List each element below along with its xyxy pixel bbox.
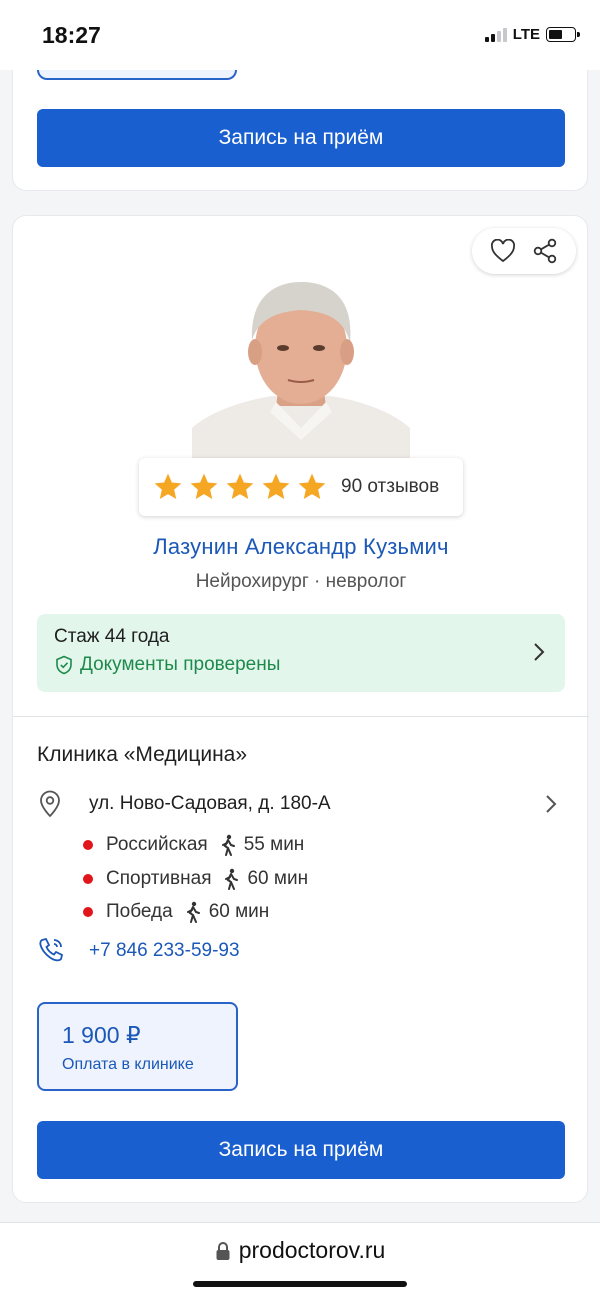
url-display[interactable]: prodoctorov.ru [0,1237,600,1264]
network-label: LTE [512,26,540,43]
book-appointment-button[interactable]: Запись на приём [37,1121,565,1179]
star-icon [262,473,290,499]
lock-icon [216,1241,230,1260]
metro-station-name: Российская [106,834,208,855]
verified-text: Документы проверены [80,654,281,675]
metro-line-dot [83,874,93,884]
experience-box[interactable]: Стаж 44 года Документы проверены [37,614,565,692]
book-appointment-button-previous[interactable]: Запись на приём [37,109,565,167]
metro-station-name: Победа [106,901,173,922]
metro-line-dot [83,907,93,917]
doctor-photo[interactable] [192,260,410,460]
walk-time: 60 мин [208,901,270,922]
status-indicators: LTE [484,26,580,43]
price-box[interactable]: 1 900 ₽ Оплата в клинике [37,1002,238,1091]
metro-line-dot [83,840,93,850]
card-actions [472,228,576,274]
reviews-link[interactable]: 90 отзывов [341,476,439,498]
star-icon [190,473,218,499]
price-note: Оплата в клинике [62,1056,194,1073]
star-rating [151,471,329,503]
verified-row: Документы проверены [54,654,280,676]
clinic-address-row[interactable]: ул. Ново-Садовая, д. 180-А [37,789,565,819]
chevron-right-icon [534,643,545,661]
doctor-name[interactable]: Лазунин Александр Кузьмич [13,534,589,560]
metro-station-name: Спортивная [106,868,212,889]
walk-time: 60 мин [247,868,309,889]
share-icon[interactable] [530,236,560,266]
star-icon [298,473,326,499]
home-indicator[interactable] [193,1281,407,1287]
shield-check-icon [56,655,72,675]
rating-badge[interactable]: 90 отзывов [139,458,463,516]
clinic-name: Клиника «Медицина» [37,743,248,766]
location-pin-icon [40,790,60,818]
battery-icon [546,27,580,42]
chevron-right-icon [546,795,557,813]
metro-station: Победа 60 мин [83,901,269,923]
star-icon [226,473,254,499]
clinic-phone[interactable]: +7 846 233-59-93 [89,940,240,962]
metro-station: Российская 55 мин [83,834,304,856]
walking-icon [220,834,236,856]
walk-time: 55 мин [243,834,305,855]
browser-address-bar[interactable]: prodoctorov.ru [0,1222,600,1297]
clinic-address: ул. Ново-Садовая, д. 180-А [89,793,331,814]
phone-icon [39,937,64,962]
metro-station: Спортивная 60 мин [83,868,308,890]
price-amount: 1 900 ₽ [62,1022,141,1048]
signal-icon [484,27,507,42]
status-bar: 18:27 LTE [0,0,600,70]
heart-icon[interactable] [488,236,518,266]
doctor-card: 90 отзывов Лазунин Александр Кузьмич Ней… [12,215,589,1203]
url-text: prodoctorov.ru [238,1237,386,1263]
walking-icon [223,868,239,890]
walking-icon [185,901,201,923]
star-icon [154,473,182,499]
doctor-specialty: Нейрохирург · невролог [195,571,407,592]
divider [13,716,589,717]
status-time: 18:27 [42,22,101,48]
experience-text: Стаж 44 года [54,626,170,647]
